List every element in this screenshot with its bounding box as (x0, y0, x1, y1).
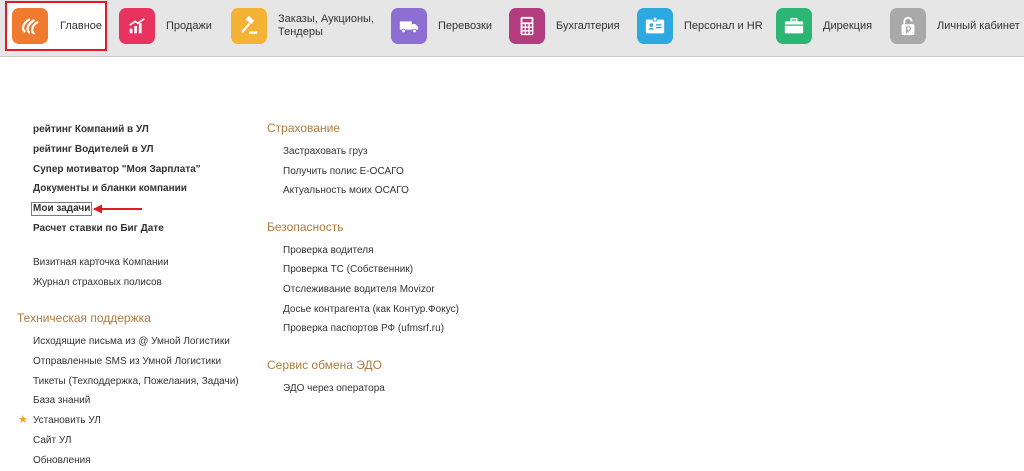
ruble-lock-icon (890, 8, 926, 44)
link-check-driver[interactable]: Проверка водителя (283, 245, 373, 257)
nav-label-hr: Персонал и HR (684, 19, 763, 32)
link-edo-operator[interactable]: ЭДО через оператора (283, 383, 385, 395)
sales-chart-icon (119, 8, 155, 44)
nav-item-transport[interactable]: Перевозки (391, 0, 501, 52)
nav-label-accounting: Бухгалтерия (556, 19, 620, 32)
briefcase-icon (776, 8, 812, 44)
section-title-insurance: Страхование (267, 121, 340, 135)
link-outgoing-mail[interactable]: Исходящие письма из @ Умной Логистики (33, 336, 230, 348)
link-driver-rating[interactable]: рейтинг Водителей в УЛ (33, 144, 154, 156)
nav-item-directorate[interactable]: Дирекция (776, 0, 880, 52)
gavel-icon (231, 8, 267, 44)
section-title-edo: Сервис обмена ЭДО (267, 358, 382, 372)
link-insure-cargo[interactable]: Застраховать груз (283, 146, 368, 158)
logo-icon (12, 8, 48, 44)
link-super-motivator[interactable]: Супер мотиватор "Моя Зарплата" (33, 164, 201, 176)
nav-label-account: Личный кабинет (937, 19, 1020, 32)
link-knowledge-base[interactable]: База знаний (33, 395, 90, 407)
nav-label-transport: Перевозки (438, 19, 492, 32)
truck-icon (391, 8, 427, 44)
nav-label-orders: Заказы, Аукционы, Тендеры (278, 13, 374, 38)
id-card-icon (637, 8, 673, 44)
section-title-support: Техническая поддержка (17, 311, 151, 325)
nav-label-sales: Продажи (166, 19, 212, 32)
link-company-rating[interactable]: рейтинг Компаний в УЛ (33, 124, 149, 136)
section-title-security: Безопасность (267, 220, 344, 234)
link-tickets[interactable]: Тикеты (Техподдержка, Пожелания, Задачи) (33, 376, 239, 388)
link-counterparty-dossier[interactable]: Досье контрагента (как Контур.Фокус) (283, 304, 459, 316)
link-check-passports[interactable]: Проверка паспортов РФ (ufmsrf.ru) (283, 323, 444, 335)
pointer-arrow-icon (93, 204, 142, 214)
link-bigdata-rate[interactable]: Расчет ставки по Биг Дате (33, 223, 164, 235)
link-install[interactable]: Установить УЛ (33, 415, 101, 427)
link-updates[interactable]: Обновления (33, 455, 91, 467)
link-check-vehicle[interactable]: Проверка ТС (Собственник) (283, 264, 413, 276)
link-my-tasks[interactable]: Мои задачи (31, 202, 93, 216)
nav-label-directorate: Дирекция (823, 19, 873, 32)
top-nav-bar: Главное Продажи Заказы, Аукционы, Тендер… (0, 0, 1024, 57)
nav-item-hr[interactable]: Персонал и HR (637, 0, 767, 52)
link-osago-status[interactable]: Актуальность моих ОСАГО (283, 185, 409, 197)
link-company-card[interactable]: Визитная карточка Компании (33, 257, 169, 269)
link-track-driver[interactable]: Отслеживание водителя Movizor (283, 284, 435, 296)
link-get-eosago[interactable]: Получить полис Е-ОСАГО (283, 166, 404, 178)
calculator-icon (509, 8, 545, 44)
nav-label-main: Главное (60, 19, 103, 32)
nav-item-orders[interactable]: Заказы, Аукционы, Тендеры (231, 0, 381, 52)
nav-item-main[interactable]: Главное (5, 1, 107, 51)
star-icon: ★ (18, 414, 28, 426)
link-insurance-journal[interactable]: Журнал страховых полисов (33, 277, 162, 289)
link-site[interactable]: Сайт УЛ (33, 435, 71, 447)
nav-item-sales[interactable]: Продажи (119, 0, 223, 52)
link-company-documents[interactable]: Документы и бланки компании (33, 183, 187, 195)
link-sent-sms[interactable]: Отправленные SMS из Умной Логистики (33, 356, 221, 368)
nav-item-account[interactable]: Личный кабинет (890, 0, 1020, 52)
nav-item-accounting[interactable]: Бухгалтерия (509, 0, 627, 52)
